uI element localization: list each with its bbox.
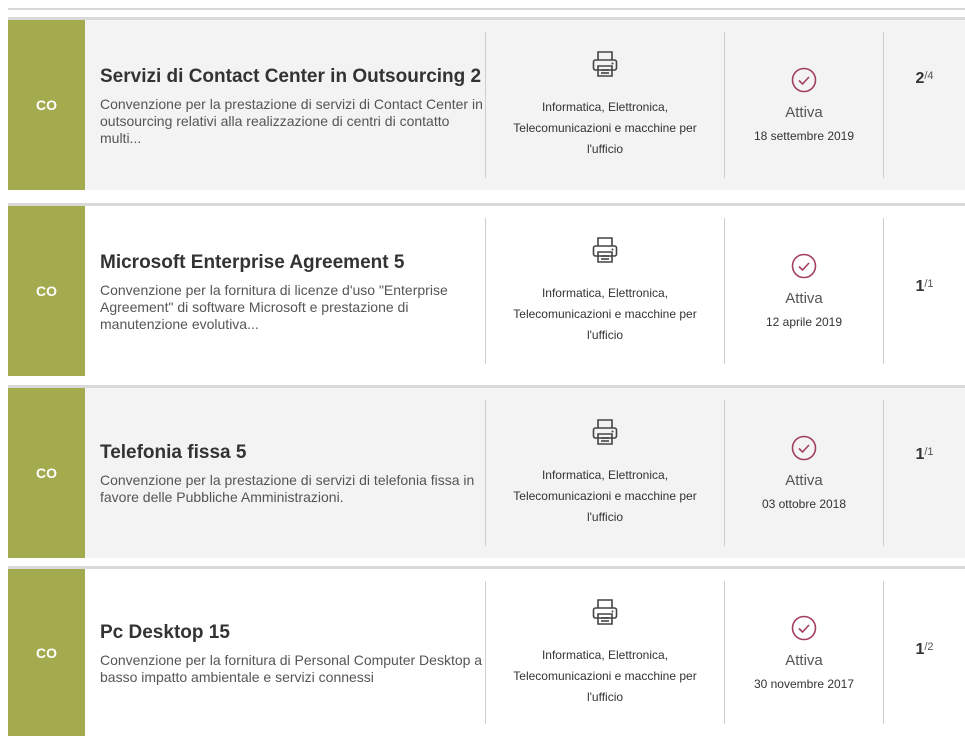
lot-count: 2/4 [884, 20, 965, 190]
status-label: Attiva [785, 651, 823, 669]
item-category: Informatica, Elettronica, Telecomunicazi… [486, 206, 724, 376]
category-label: Informatica, Elettronica, Telecomunicazi… [513, 100, 697, 156]
count-total: /1 [924, 446, 934, 458]
type-badge: CO [8, 388, 85, 558]
check-circle-icon [791, 435, 817, 466]
printer-icon [592, 418, 618, 451]
convenzioni-list: CO Servizi di Contact Center in Outsourc… [0, 0, 965, 736]
item-description: Convenzione per la fornitura di licenze … [100, 281, 448, 332]
count-total: /2 [924, 641, 934, 653]
status-date: 03 ottobre 2018 [761, 497, 847, 511]
count-current: 1 [915, 446, 925, 463]
status-date: 18 settembre 2019 [753, 129, 855, 143]
list-item[interactable]: CO Telefonia fissa 5 Convenzione per la … [8, 385, 965, 558]
lot-count: 1/1 [884, 388, 965, 558]
item-category: Informatica, Elettronica, Telecomunicazi… [486, 20, 724, 190]
item-main: Telefonia fissa 5 Convenzione per la pre… [85, 388, 485, 558]
status-label: Attiva [785, 290, 823, 307]
type-badge: CO [8, 206, 85, 376]
count-current: 1 [915, 278, 925, 295]
list-item[interactable]: CO Pc Desktop 15 Convenzione per la forn… [8, 566, 965, 736]
type-badge: CO [8, 20, 85, 190]
item-main: Pc Desktop 15 Convenzione per la fornitu… [85, 569, 485, 736]
count-total: /1 [924, 278, 934, 290]
status-date: 12 aprile 2019 [765, 315, 843, 329]
check-circle-icon [791, 67, 817, 98]
category-label: Informatica, Elettronica, Telecomunicazi… [513, 286, 697, 342]
check-circle-icon [791, 253, 817, 284]
count-current: 2 [915, 70, 925, 87]
item-main: Microsoft Enterprise Agreement 5 Convenz… [85, 206, 485, 376]
count-total: /4 [924, 70, 934, 82]
count-current: 1 [915, 641, 925, 658]
list-item[interactable]: CO Microsoft Enterprise Agreement 5 Conv… [8, 203, 965, 376]
item-status: Attiva 30 novembre 2017 [725, 569, 883, 736]
item-status: Attiva 18 settembre 2019 [725, 20, 883, 190]
category-label: Informatica, Elettronica, Telecomunicazi… [513, 647, 697, 704]
lot-count: 1/1 [884, 206, 965, 376]
printer-icon [592, 598, 618, 631]
item-title[interactable]: Microsoft Enterprise Agreement 5 [100, 250, 485, 275]
item-title[interactable]: Pc Desktop 15 [100, 620, 485, 645]
item-main: Servizi di Contact Center in Outsourcing… [85, 20, 485, 190]
top-divider [8, 8, 965, 10]
item-status: Attiva 03 ottobre 2018 [725, 388, 883, 558]
item-category: Informatica, Elettronica, Telecomunicazi… [486, 388, 724, 558]
item-status: Attiva 12 aprile 2019 [725, 206, 883, 376]
item-description: Convenzione per la prestazione di serviz… [100, 95, 483, 146]
check-circle-icon [791, 615, 817, 646]
status-label: Attiva [785, 472, 823, 489]
item-description: Convenzione per la prestazione di serviz… [100, 472, 475, 505]
item-category: Informatica, Elettronica, Telecomunicazi… [486, 569, 724, 736]
type-badge: CO [8, 569, 85, 736]
lot-count: 1/2 [884, 569, 965, 736]
item-title[interactable]: Telefonia fissa 5 [100, 440, 485, 465]
printer-icon [592, 50, 618, 83]
item-description: Convenzione per la fornitura di Personal… [100, 651, 483, 685]
printer-icon [592, 236, 618, 269]
list-item[interactable]: CO Servizi di Contact Center in Outsourc… [8, 17, 965, 190]
status-date: 30 novembre 2017 [753, 676, 855, 691]
item-title[interactable]: Servizi di Contact Center in Outsourcing… [100, 64, 485, 89]
category-label: Informatica, Elettronica, Telecomunicazi… [513, 468, 697, 524]
status-label: Attiva [785, 104, 823, 121]
